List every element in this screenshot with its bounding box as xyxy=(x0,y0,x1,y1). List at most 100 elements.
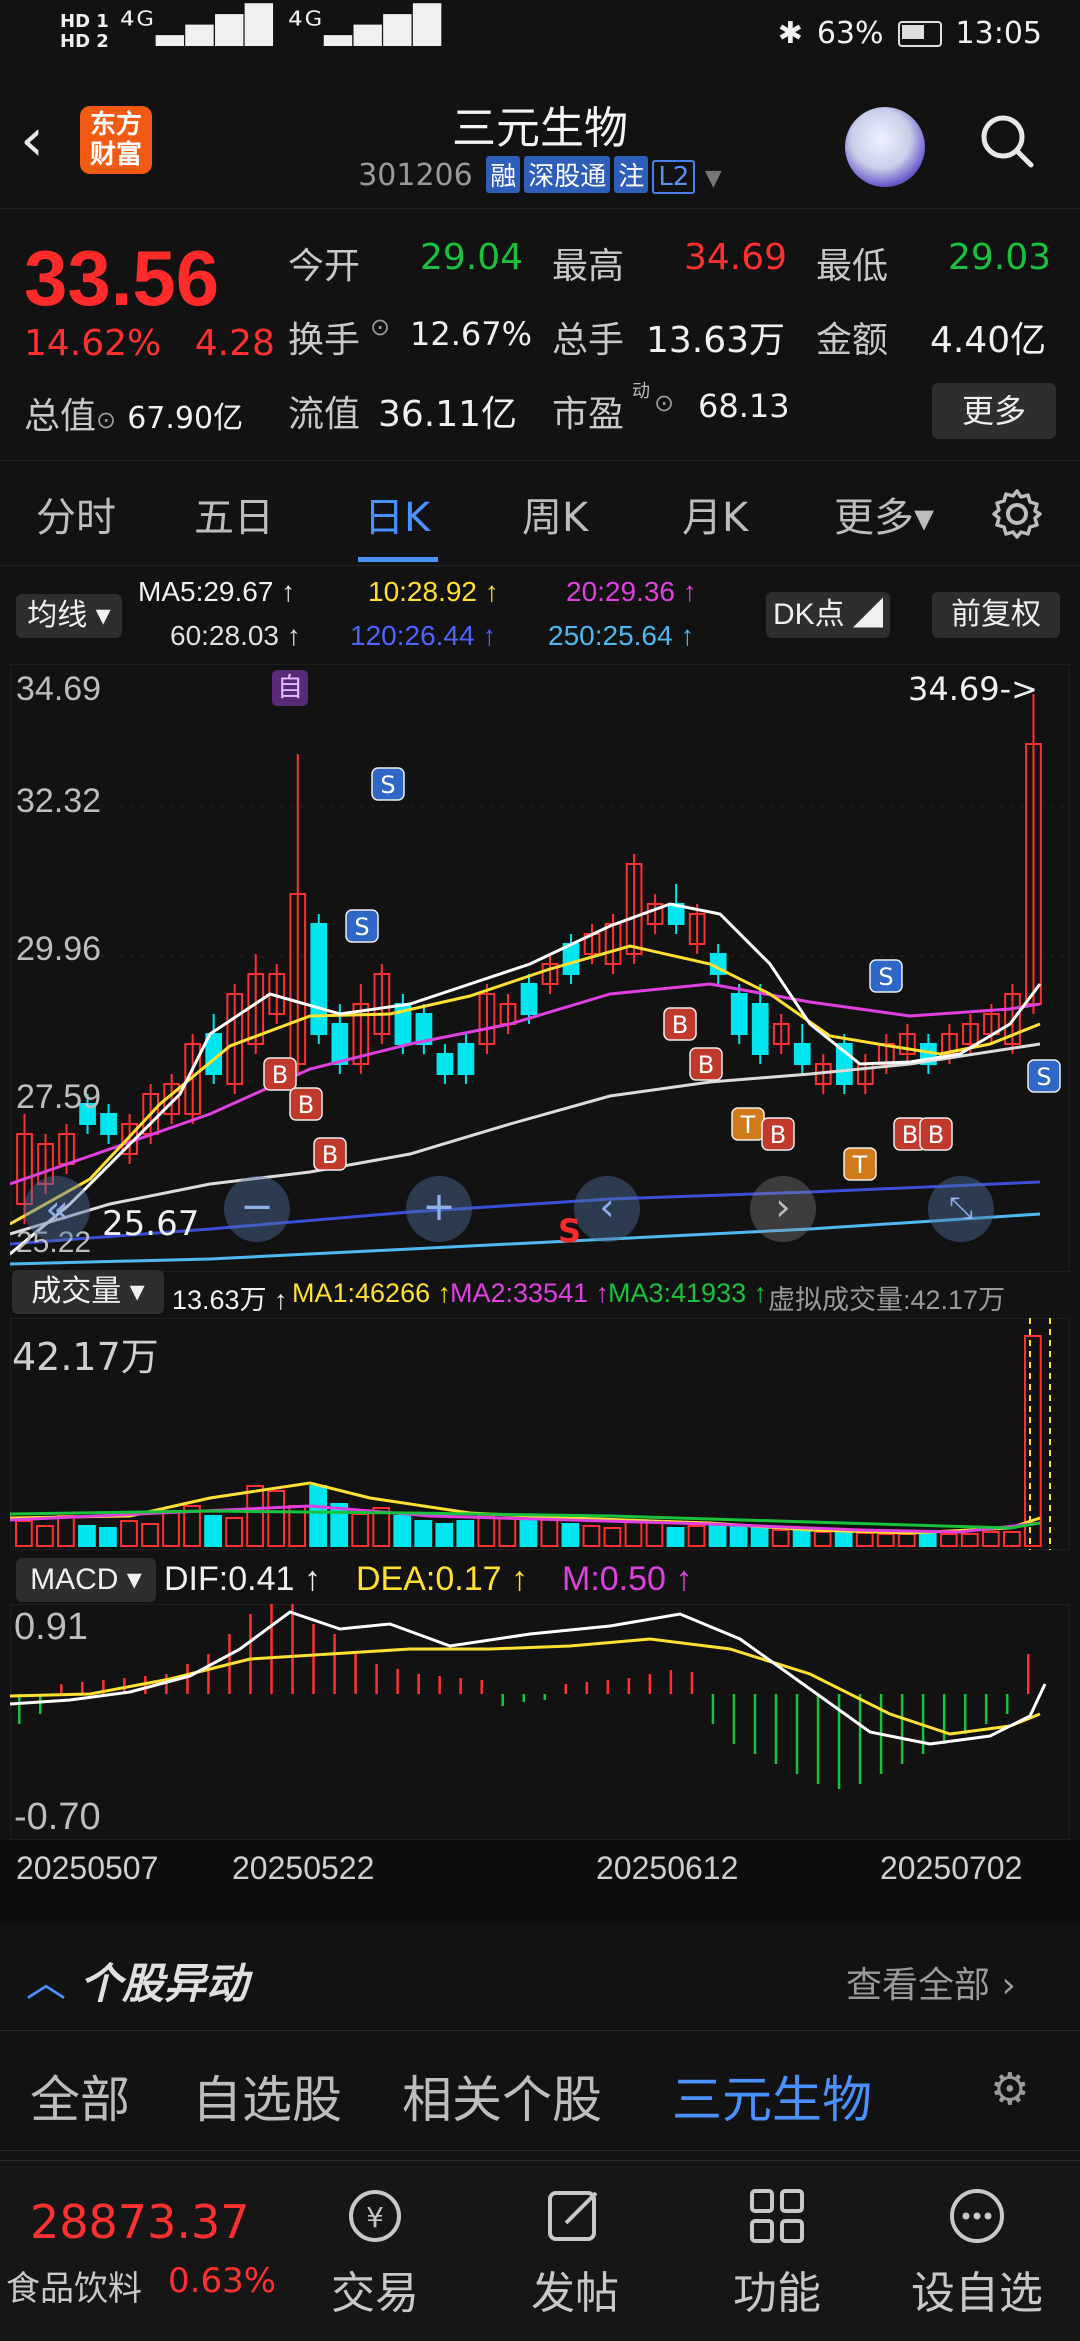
macd-bar xyxy=(984,1694,988,1724)
movers-filter-tabs: 全部 自选股 相关个股 三元生物 ⚙ xyxy=(0,2030,1080,2151)
chevron-down-icon: ▼ xyxy=(704,166,722,191)
macd-bar xyxy=(858,1694,862,1784)
prev-icon[interactable]: ‹ xyxy=(574,1176,640,1242)
market-cap-value: 67.90亿 xyxy=(127,401,244,436)
chevron-up-icon[interactable]: ︿ xyxy=(26,1950,66,2008)
active-tab-indicator xyxy=(358,557,438,562)
tab-daily-k[interactable]: 日K xyxy=(364,485,430,543)
nav-post[interactable]: 发帖 xyxy=(500,2161,650,2341)
info-icon[interactable]: ⊙ xyxy=(654,389,674,417)
ma-selector[interactable]: 均线 ▾ xyxy=(16,594,122,638)
zoom-in-icon[interactable]: + xyxy=(406,1176,472,1242)
dk-point-button[interactable]: DK点 ◢ xyxy=(766,592,890,638)
amount-label: 金额 xyxy=(816,320,889,361)
forward-adjust-button[interactable]: 前复权 xyxy=(932,592,1060,638)
settings-gear-icon[interactable] xyxy=(990,487,1044,541)
macd-bar xyxy=(396,1669,399,1694)
high-value: 34.69 xyxy=(684,237,788,278)
kline-chart[interactable]: BBBBBTBTBBSSSS 34.69 32.32 29.96 27.59 2… xyxy=(9,663,1071,1273)
volume-bar xyxy=(708,1523,727,1547)
market-cap-label: 总值 xyxy=(24,396,97,437)
macd-bar xyxy=(81,1682,84,1694)
volume-bar xyxy=(918,1533,937,1547)
view-all-link[interactable]: 查看全部 › xyxy=(846,1956,1016,2008)
candle xyxy=(310,923,328,1035)
change-amount: 4.28 xyxy=(194,323,275,364)
nav-add-watchlist[interactable]: 设自选 xyxy=(902,2161,1052,2341)
macd-selector[interactable]: MACD ▾ xyxy=(16,1558,156,1602)
y-tick-4: 27.59 xyxy=(16,1078,102,1116)
macd-chart[interactable]: 0.91 -0.70 xyxy=(9,1594,1071,1841)
macd-m: M:0.50 ↑ xyxy=(562,1560,693,1598)
tag-note: 注 xyxy=(614,156,649,193)
zoom-out-icon[interactable]: − xyxy=(224,1176,290,1242)
marker-text: B xyxy=(298,1091,314,1119)
macd-bar xyxy=(543,1694,547,1700)
robot-assistant-icon[interactable] xyxy=(845,107,925,187)
macd-bar xyxy=(522,1694,525,1702)
info-icon[interactable]: ⊙ xyxy=(96,406,116,434)
marker-text: S xyxy=(354,913,369,941)
volume-label: 总手 xyxy=(552,320,625,361)
volume-bar xyxy=(729,1525,748,1547)
macd-bar xyxy=(249,1614,252,1694)
period-tabs: 分时 五日 日K 周K 月K 更多▾ xyxy=(0,460,1080,566)
tab-intraday[interactable]: 分时 xyxy=(36,485,116,543)
bottom-nav: 28873.37 食品饮料 0.63% ¥ 交易 发帖 功能 设自选 xyxy=(0,2160,1080,2341)
volume-chart[interactable]: 42.17万 xyxy=(9,1317,1071,1551)
grid-icon xyxy=(750,2189,804,2243)
marker-text: S xyxy=(878,963,893,991)
tab-watchlist[interactable]: 自选股 xyxy=(192,2060,342,2132)
fullscreen-icon[interactable]: ⤡ xyxy=(928,1176,994,1242)
battery-icon xyxy=(897,20,942,47)
macd-bar xyxy=(39,1694,42,1714)
marker-text: S xyxy=(380,771,395,799)
info-icon[interactable]: ⊙ xyxy=(370,313,390,341)
tab-more[interactable]: 更多▾ xyxy=(834,485,934,543)
volume-bar xyxy=(666,1527,685,1547)
marker-text: B xyxy=(928,1121,944,1149)
nav-trade[interactable]: ¥ 交易 xyxy=(300,2161,450,2341)
volume-bar xyxy=(78,1525,96,1547)
float-cap-label: 流值 xyxy=(288,394,361,435)
nav-add-watchlist-label: 设自选 xyxy=(911,2268,1043,2319)
search-icon[interactable] xyxy=(980,114,1034,168)
tag-l2: L2 xyxy=(652,160,696,194)
tab-related[interactable]: 相关个股 xyxy=(402,2060,602,2132)
amount-value: 4.40亿 xyxy=(930,320,1047,361)
ma10-value: 10:28.92 ↑ xyxy=(368,576,499,607)
tab-current-stock[interactable]: 三元生物 xyxy=(672,2060,872,2132)
post-icon xyxy=(548,2191,598,2241)
tab-all[interactable]: 全部 xyxy=(30,2060,130,2132)
tab-weekly-k[interactable]: 周K xyxy=(522,485,588,543)
settings-gear-icon[interactable]: ⚙ xyxy=(990,2064,1029,2115)
candle xyxy=(730,993,748,1035)
float-cap-value: 36.11亿 xyxy=(378,394,518,435)
rewind-icon[interactable]: « xyxy=(24,1176,90,1242)
volume-selector[interactable]: 成交量 ▾ xyxy=(12,1270,164,1314)
stock-code: 301206 xyxy=(358,158,473,193)
ma5-value: MA5:29.67 ↑ xyxy=(138,576,296,607)
ma60-value: 60:28.03 ↑ xyxy=(170,620,301,651)
next-icon[interactable]: › xyxy=(750,1176,816,1242)
volume-max-label: 42.17万 xyxy=(12,1335,159,1379)
t-signal-marker: T xyxy=(843,1147,877,1181)
change-percent: 14.62% xyxy=(24,323,162,364)
macd-bar xyxy=(186,1664,189,1694)
buy-signal-marker: B xyxy=(263,1057,297,1091)
stock-movements-header[interactable]: ︿ 个股异动 查看全部 › xyxy=(0,1924,1080,2031)
volume-bar xyxy=(414,1520,433,1547)
macd-dif: DIF:0.41 ↑ xyxy=(164,1560,321,1598)
clock: 13:05 xyxy=(955,16,1042,51)
more-button[interactable]: 更多 xyxy=(932,383,1056,439)
low-price-marker: 25.67 xyxy=(102,1204,200,1244)
index-name: 食品饮料 xyxy=(6,2269,142,2309)
macd-bar xyxy=(312,1624,315,1694)
volume-bar xyxy=(393,1515,412,1547)
index-ticker[interactable]: 28873.37 食品饮料 0.63% xyxy=(0,2161,290,2341)
macd-bottom-label: -0.70 xyxy=(14,1796,101,1838)
tab-monthly-k[interactable]: 月K xyxy=(682,485,748,543)
tab-five-day[interactable]: 五日 xyxy=(194,485,274,543)
nav-functions[interactable]: 功能 xyxy=(702,2161,852,2341)
turnover-value: 12.67% xyxy=(410,315,533,353)
